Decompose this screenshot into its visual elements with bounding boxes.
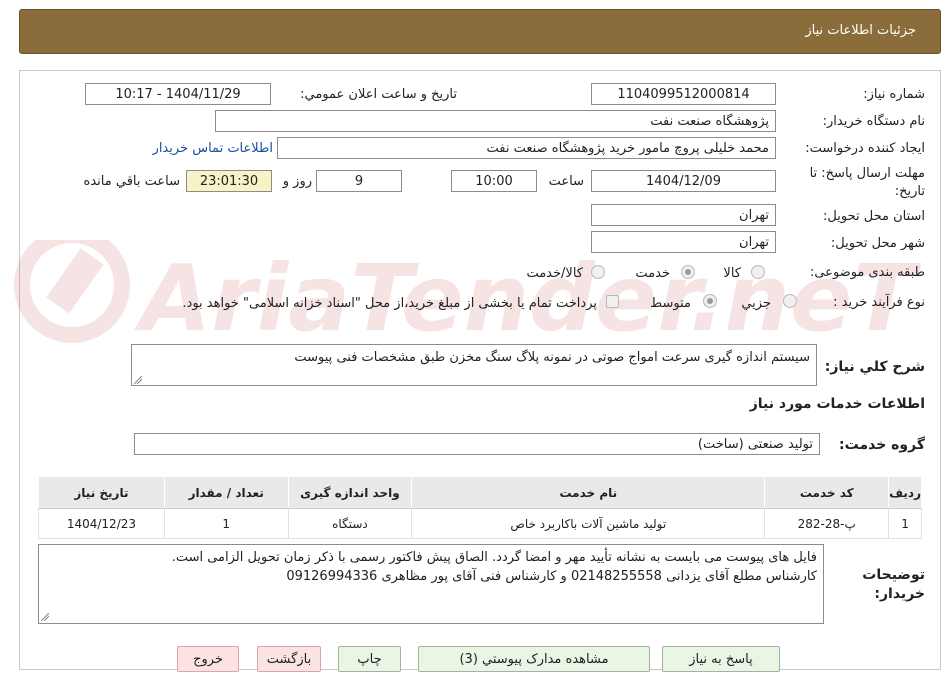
category-label: طبقه بندی موضوعی: (809, 265, 925, 280)
city-field: تهران (591, 231, 776, 253)
table-header: تاريخ نياز (38, 476, 165, 509)
deadline-label-2: تاریخ: (894, 184, 925, 199)
exit-button[interactable]: خروج (177, 646, 239, 672)
buyer-field: پژوهشگاه صنعت نفت (215, 110, 776, 132)
table-cell: 1 (888, 508, 922, 539)
table-cell: پ-28-282 (764, 508, 890, 539)
service-group-label: گروه خدمت: (839, 437, 925, 453)
process-label: نوع فرآیند خرید : (833, 295, 925, 310)
buyer-notes-label: توضیحات (862, 567, 925, 583)
page-header: جزئیات اطلاعات نیاز (19, 9, 941, 54)
category-radio-goods[interactable] (751, 265, 765, 279)
category-option-both: کالا/خدمت (526, 266, 583, 281)
table-cell: 1404/12/23 (38, 508, 165, 539)
general-desc-label: شرح كلي نياز: (824, 359, 925, 375)
remaining-time-field: 23:01:30 (186, 170, 272, 192)
resize-grip-icon[interactable] (41, 613, 49, 621)
table-header: تعداد / مقدار (163, 476, 289, 509)
category-option-service: خدمت (635, 266, 670, 281)
resize-grip-icon[interactable] (134, 376, 142, 384)
general-desc-textarea[interactable]: سیستم اندازه گیری سرعت امواج صوتی در نمو… (131, 344, 817, 386)
table-header-row: رديف كد خدمت نام خدمت واحد اندازه گيری ت… (38, 476, 922, 509)
process-radio-minor[interactable] (783, 294, 797, 308)
table-header: كد خدمت (764, 476, 890, 509)
process-option-medium: متوسط (650, 296, 691, 311)
table-cell: دستگاه (287, 508, 413, 539)
buyer-notes-label-2: خریدار: (874, 586, 925, 602)
print-button[interactable]: چاپ (338, 646, 401, 672)
requester-label: ایجاد کننده درخواست: (805, 141, 925, 156)
table-cell: تولید ماشین آلات باکاربرد خاص (411, 508, 766, 539)
page-title: جزئیات اطلاعات نیاز (805, 23, 916, 38)
buyer-notes-line: کارشناس مطلع آقای یزدانی 02148255558 و ک… (286, 569, 817, 584)
province-label: استان محل تحویل: (823, 209, 925, 224)
deadline-date-field: 1404/12/09 (591, 170, 776, 192)
days-label: روز و (282, 174, 312, 189)
services-section-title: اطلاعات خدمات مورد نياز (749, 396, 925, 412)
buyer-notes-line: فایل های پیوست می بایست به نشانه تأیید م… (171, 550, 817, 565)
need-number-label: شماره نیاز: (863, 87, 925, 102)
category-option-goods: کالا (723, 266, 741, 281)
announce-field: 1404/11/29 - 10:17 (85, 83, 271, 105)
process-radio-medium[interactable] (703, 294, 717, 308)
buyer-notes-textarea[interactable]: فایل های پیوست می بایست به نشانه تأیید م… (38, 544, 824, 624)
city-label: شهر محل تحویل: (830, 236, 925, 251)
need-number-field: 1104099512000814 (591, 83, 776, 105)
time-label: ساعت (548, 174, 584, 189)
deadline-time-field: 10:00 (451, 170, 537, 192)
buyer-contact-link[interactable]: اطلاعات تماس خریدار (153, 141, 273, 156)
announce-label: تاریخ و ساعت اعلان عمومي: (300, 87, 457, 102)
table-row: 1 پ-28-282 تولید ماشین آلات باکاربرد خاص… (38, 508, 922, 539)
attachments-button[interactable]: مشاهده مدارک پیوستي (3) (418, 646, 650, 672)
services-table: رديف كد خدمت نام خدمت واحد اندازه گيری ت… (38, 476, 922, 539)
table-header: نام خدمت (411, 476, 766, 509)
requester-field: محمد خلیلی پروچ مامور خرید پژوهشگاه صنعت… (277, 137, 776, 159)
back-button[interactable]: بازگشت (257, 646, 321, 672)
deadline-label: مهلت ارسال پاسخ: تا (809, 166, 925, 181)
treasury-payment-checkbox[interactable] (606, 295, 619, 308)
general-desc-text: سیستم اندازه گیری سرعت امواج صوتی در نمو… (294, 350, 810, 365)
table-header: رديف (888, 476, 922, 509)
days-field: 9 (316, 170, 402, 192)
category-radio-service[interactable] (681, 265, 695, 279)
service-group-field: تولید صنعتی (ساخت) (134, 433, 820, 455)
table-header: واحد اندازه گيری (287, 476, 413, 509)
table-cell: 1 (163, 508, 289, 539)
treasury-payment-note: پرداخت تمام یا بخشی از مبلغ خرید،از محل … (182, 296, 597, 311)
category-radio-both[interactable] (591, 265, 605, 279)
province-field: تهران (591, 204, 776, 226)
process-option-minor: جزيي (741, 296, 771, 311)
remaining-label: ساعت باقي مانده (83, 174, 180, 189)
buyer-label: نام دستگاه خریدار: (822, 114, 925, 129)
reply-button[interactable]: پاسخ به نياز (662, 646, 780, 672)
